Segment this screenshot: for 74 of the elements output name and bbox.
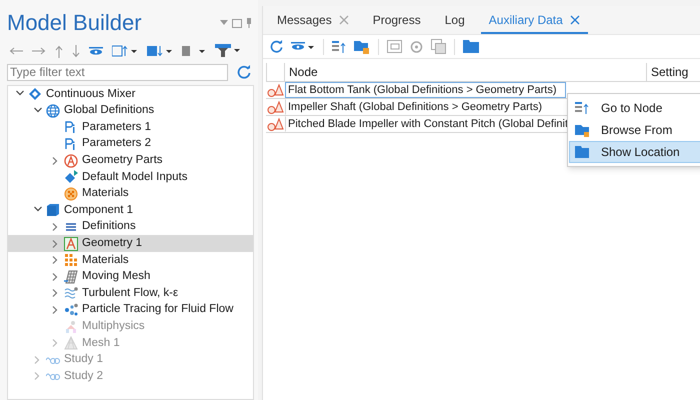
tree-item[interactable]: Turbulent Flow, k-ε (8, 285, 253, 302)
tree-item[interactable]: Parameters 2 (8, 136, 253, 152)
tree-item[interactable]: Default Model Inputs (8, 168, 253, 186)
table-cell[interactable]: Pitched Blade Impeller with Constant Pitch (Global Definit (285, 116, 566, 132)
tab-label: Progress (372, 12, 421, 29)
funnel-icon[interactable] (215, 44, 241, 58)
tree-item[interactable]: Geometry Parts (8, 152, 253, 169)
column-header[interactable]: Node (285, 63, 647, 81)
go-to-node-icon (575, 101, 589, 115)
refresh-icon[interactable] (270, 40, 283, 53)
tree-item[interactable]: Geometry 1 (8, 235, 253, 252)
materials-icon (64, 253, 78, 268)
tree-item[interactable]: Particle Tracing for Fluid Flow (8, 302, 253, 318)
menu-item[interactable]: Go to Node (569, 97, 700, 119)
refresh-icon[interactable] (237, 65, 251, 79)
tab[interactable]: Messages (269, 8, 357, 34)
tab-label: Log (444, 12, 465, 29)
sync-icon[interactable] (410, 40, 423, 54)
table-cell[interactable]: Flat Bottom Tank (Global Definitions > Geometry Parts) (285, 82, 566, 98)
forward-arrow-icon[interactable] (32, 47, 46, 55)
panel-title: Model Builder (7, 12, 142, 34)
multiphysics-icon (64, 320, 78, 334)
compass-icon (64, 154, 78, 168)
cone-sphere-icon (267, 83, 284, 98)
go-to-node-icon[interactable] (332, 40, 346, 54)
cone-sphere-icon (267, 117, 284, 132)
tree-item[interactable]: Materials (8, 252, 253, 269)
cone-sphere-icon (267, 100, 284, 115)
copy-icon[interactable] (431, 39, 446, 54)
menu-item[interactable]: Browse From (569, 119, 700, 141)
columns-icon[interactable] (182, 45, 206, 57)
folder-browse-icon[interactable] (354, 39, 370, 54)
close-icon[interactable] (338, 15, 349, 25)
folder-icon (575, 145, 589, 159)
tree-item[interactable]: Definitions (8, 218, 253, 236)
tab-label: Messages (277, 12, 332, 29)
filter-field[interactable]: Type filter text (7, 64, 228, 80)
maximize-icon[interactable] (232, 18, 242, 28)
tree-item[interactable]: Continuous Mixer (8, 86, 253, 103)
tree-item[interactable]: Moving Mesh (8, 268, 253, 286)
eye-icon[interactable] (291, 42, 315, 51)
close-icon[interactable] (570, 15, 580, 25)
table-cell[interactable]: Impeller Shaft (Global Definitions > Geometry Parts) (285, 99, 566, 115)
tab[interactable]: Log (436, 8, 473, 34)
list-sort-icon[interactable] (147, 45, 173, 57)
mesh-grid-icon (64, 270, 78, 284)
particles-icon (64, 303, 78, 318)
cube-icon (46, 203, 60, 218)
tree-item[interactable]: Parameters 1 (8, 119, 253, 136)
folder-icon[interactable] (463, 40, 479, 53)
tab-label: Auxiliary Data (488, 12, 563, 29)
down-arrow-icon[interactable] (72, 44, 80, 58)
globe-icon (46, 104, 60, 118)
collapse-chevron-icon[interactable] (34, 106, 42, 115)
input-arrow-icon (64, 170, 78, 184)
expand-chevron-icon[interactable] (52, 156, 60, 165)
tree-item[interactable]: Component 1 (8, 202, 253, 219)
tree-item[interactable]: Global Definitions (8, 102, 253, 120)
folder-browse-icon (575, 123, 589, 137)
geometry-icon (64, 236, 78, 251)
dropdown-icon[interactable] (220, 20, 228, 26)
materials-icon (64, 186, 78, 201)
wave-icon (64, 286, 78, 300)
up-arrow-icon[interactable] (55, 44, 63, 58)
list-sort-icon[interactable] (112, 45, 138, 57)
tab[interactable]: Progress (364, 8, 429, 34)
tree-item[interactable]: Materials (8, 186, 253, 202)
menu-item[interactable]: Show Location (569, 141, 700, 163)
tab[interactable]: Auxiliary Data (480, 8, 588, 34)
mesh-triangle-icon (64, 336, 78, 350)
pin-icon[interactable] (246, 18, 252, 28)
column-header[interactable]: Setting (647, 63, 700, 81)
import-icon[interactable] (387, 40, 402, 53)
back-arrow-icon[interactable] (9, 47, 23, 55)
